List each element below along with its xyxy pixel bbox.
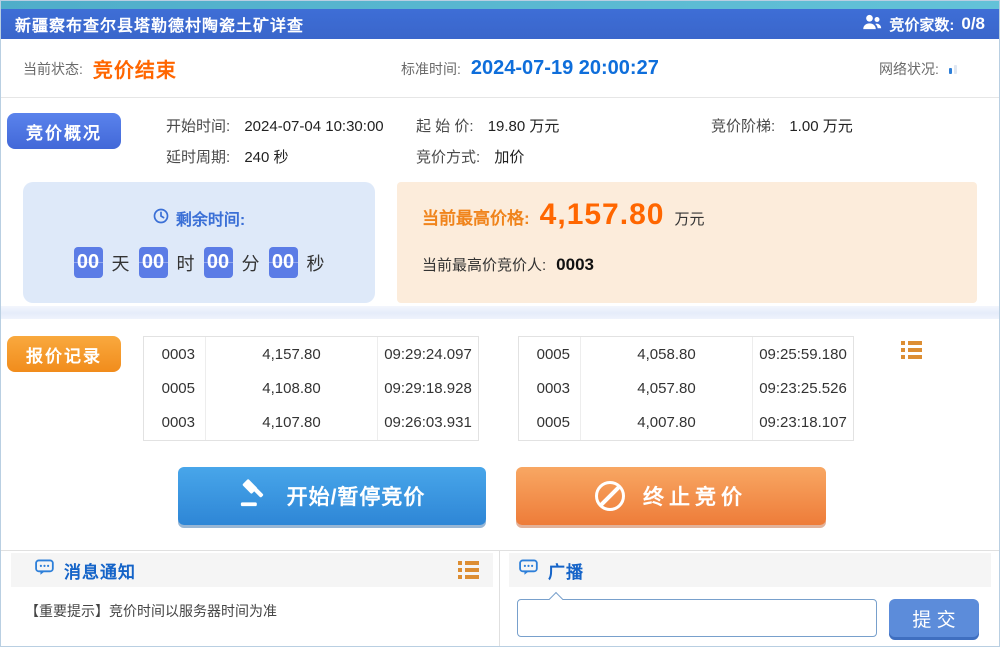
message-item: 【重要提示】竞价时间以服务器时间为准 [25, 601, 277, 621]
record-time: 09:23:18.107 [753, 406, 853, 440]
unit-second: 秒 [307, 250, 325, 276]
field-value: 2024-07-04 10:30:00 [244, 118, 383, 135]
network-status-label: 网络状况: [879, 59, 939, 79]
records-list-icon[interactable] [901, 341, 922, 359]
field-label: 竞价方式: [416, 149, 480, 166]
current-state-label: 当前状态: [23, 59, 83, 79]
countdown-title: 剩余时间: [23, 206, 375, 230]
bottom-divider [1, 550, 999, 551]
field-label: 开始时间: [166, 118, 230, 135]
submit-button[interactable]: 提 交 [889, 599, 979, 637]
tab-bid-overview: 竞价概况 [7, 113, 121, 149]
current-state: 当前状态: 竞价结束 [23, 39, 177, 98]
unit-day: 天 [112, 250, 130, 276]
start-pause-label: 开始/暂停竞价 [287, 481, 426, 511]
highest-price-label: 当前最高价格: [422, 204, 530, 229]
countdown-digits: 00 天 00 时 00 分 00 秒 [23, 247, 375, 278]
auction-page: 新疆察布查尔县塔勒德村陶瓷土矿详查 竞价家数: 0/8 当前状态: 竞价结束 标… [0, 0, 1000, 647]
record-bidder: 0003 [519, 371, 581, 405]
field-label: 竞价阶梯: [711, 118, 775, 135]
countdown-hours: 00 [139, 247, 168, 278]
terminate-bid-button[interactable]: 终止竞价 [516, 467, 826, 525]
clock-icon [153, 208, 169, 229]
record-price: 4,057.80 [581, 371, 753, 405]
field-value: 19.80 万元 [488, 118, 560, 135]
highest-price-line: 当前最高价格: 4,157.80 万元 [422, 198, 704, 232]
section-divider [1, 306, 999, 319]
terminate-label: 终止竞价 [643, 481, 747, 511]
record-bidder: 0005 [144, 371, 206, 405]
record-time: 09:26:03.931 [378, 406, 478, 440]
record-bidder: 0003 [144, 337, 206, 371]
record-price: 4,058.80 [581, 337, 753, 371]
standard-time: 标准时间: 2024-07-19 20:00:27 [401, 39, 659, 98]
field-bid-step: 竞价阶梯: 1.00 万元 [711, 115, 853, 136]
broadcast-input[interactable] [517, 599, 877, 637]
record-price: 4,108.80 [206, 371, 378, 405]
countdown-minutes: 00 [204, 247, 233, 278]
unit-hour: 时 [177, 250, 195, 276]
record-time: 09:29:18.928 [378, 371, 478, 405]
gavel-icon [239, 478, 269, 514]
column-divider [499, 551, 500, 647]
standard-time-value: 2024-07-19 20:00:27 [471, 57, 659, 80]
bidder-count: 竞价家数: 0/8 [862, 14, 985, 35]
field-label: 起 始 价: [416, 118, 474, 135]
field-value: 加价 [494, 149, 524, 166]
messages-list-icon[interactable] [458, 561, 479, 579]
countdown-title-text: 剩余时间: [176, 206, 245, 230]
start-pause-bid-button[interactable]: 开始/暂停竞价 [178, 467, 486, 525]
record-time: 09:23:25.526 [753, 371, 853, 405]
countdown-days: 00 [74, 247, 103, 278]
field-delay-period: 延时周期: 240 秒 [166, 146, 289, 167]
highest-price-unit: 万元 [674, 208, 704, 229]
record-bidder: 0005 [519, 406, 581, 440]
page-title: 新疆察布查尔县塔勒德村陶瓷土矿详查 [15, 12, 304, 36]
highest-bidder-label: 当前最高价竞价人: [422, 254, 546, 275]
record-bidder: 0003 [144, 406, 206, 440]
record-time: 09:29:24.097 [378, 337, 478, 371]
highest-price-value: 4,157.80 [540, 198, 665, 232]
record-price: 4,157.80 [206, 337, 378, 371]
top-accent-strip [1, 1, 999, 9]
chat-bubble-icon [519, 559, 538, 581]
status-bar: 当前状态: 竞价结束 标准时间: 2024-07-19 20:00:27 网络状… [1, 39, 999, 98]
messages-header: 消息通知 [11, 553, 493, 587]
record-price: 4,007.80 [581, 406, 753, 440]
bid-records-table-left: 0003 4,157.80 09:29:24.097 0005 4,108.80… [143, 336, 479, 441]
field-label: 延时周期: [166, 149, 230, 166]
countdown-panel: 剩余时间: 00 天 00 时 00 分 00 秒 [23, 182, 375, 303]
network-status: 网络状况: [879, 39, 957, 98]
people-icon [862, 14, 882, 35]
signal-bars-icon [949, 64, 957, 74]
title-bar: 新疆察布查尔县塔勒德村陶瓷土矿详查 竞价家数: 0/8 [1, 9, 999, 39]
messages-title: 消息通知 [64, 558, 136, 583]
record-bidder: 0005 [519, 337, 581, 371]
bidder-count-label: 竞价家数: [889, 14, 954, 35]
field-start-time: 开始时间: 2024-07-04 10:30:00 [166, 115, 384, 136]
tab-bid-records: 报价记录 [7, 336, 121, 372]
broadcast-header: 广播 [509, 553, 991, 587]
record-price: 4,107.80 [206, 406, 378, 440]
highest-bidder-value: 0003 [556, 255, 594, 275]
unit-minute: 分 [242, 250, 260, 276]
bidder-count-value: 0/8 [961, 14, 985, 34]
no-entry-icon [595, 481, 625, 511]
record-time: 09:25:59.180 [753, 337, 853, 371]
highest-bidder-line: 当前最高价竞价人: 0003 [422, 254, 594, 275]
field-value: 1.00 万元 [789, 118, 852, 135]
standard-time-label: 标准时间: [401, 59, 461, 79]
chat-bubble-icon [35, 559, 54, 581]
current-state-value: 竞价结束 [93, 54, 177, 83]
broadcast-title: 广播 [548, 558, 584, 583]
countdown-seconds: 00 [269, 247, 298, 278]
field-value: 240 秒 [244, 149, 288, 166]
bid-records-table-right: 0005 4,058.80 09:25:59.180 0003 4,057.80… [518, 336, 854, 441]
highest-price-panel: 当前最高价格: 4,157.80 万元 当前最高价竞价人: 0003 [397, 182, 977, 303]
field-bid-mode: 竞价方式: 加价 [416, 146, 524, 167]
field-start-price: 起 始 价: 19.80 万元 [416, 115, 559, 136]
